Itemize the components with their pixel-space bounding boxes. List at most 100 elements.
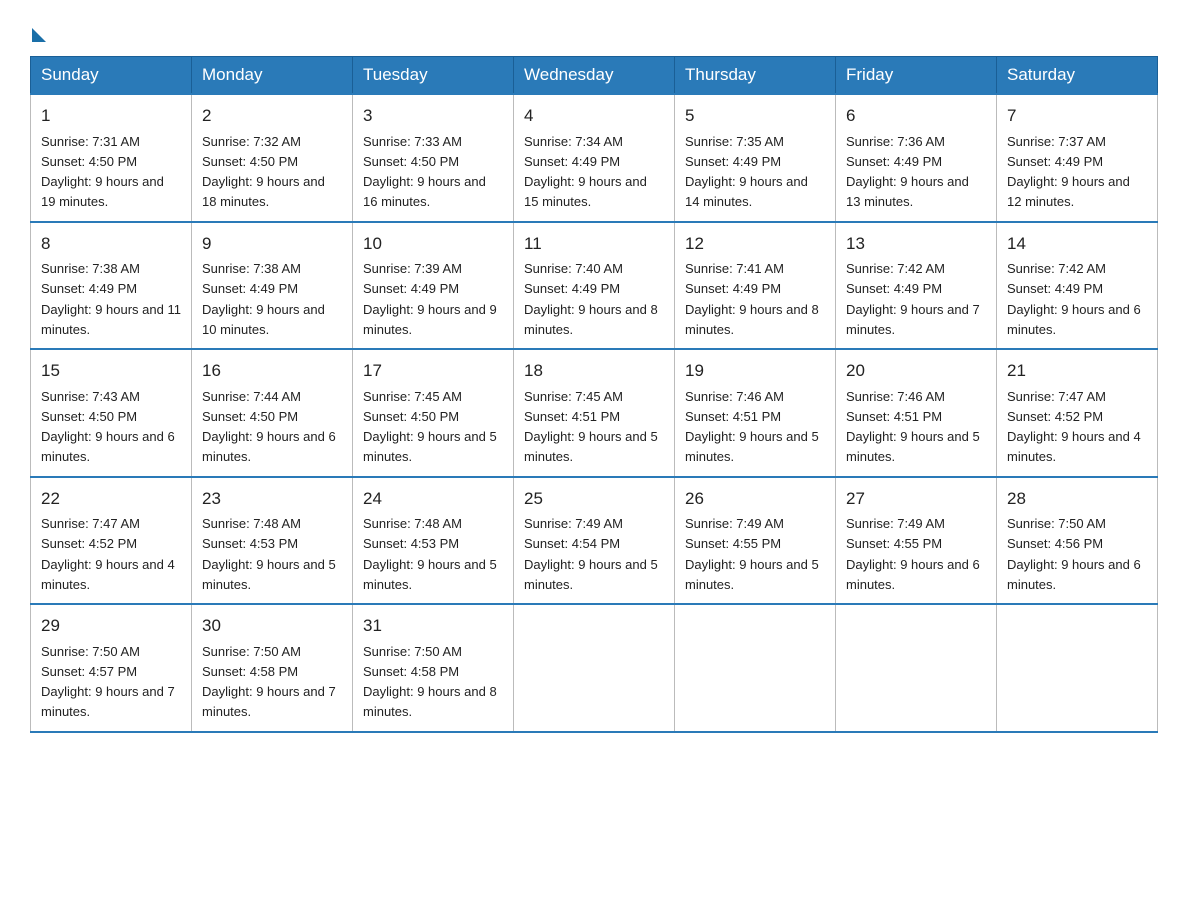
day-number: 16 bbox=[202, 358, 342, 384]
calendar-header-sunday: Sunday bbox=[31, 57, 192, 95]
calendar-header-wednesday: Wednesday bbox=[514, 57, 675, 95]
calendar-week-row: 8 Sunrise: 7:38 AMSunset: 4:49 PMDayligh… bbox=[31, 222, 1158, 350]
day-info: Sunrise: 7:31 AMSunset: 4:50 PMDaylight:… bbox=[41, 134, 164, 210]
day-info: Sunrise: 7:39 AMSunset: 4:49 PMDaylight:… bbox=[363, 261, 497, 337]
logo-arrow-icon bbox=[32, 28, 46, 42]
day-info: Sunrise: 7:47 AMSunset: 4:52 PMDaylight:… bbox=[1007, 389, 1141, 465]
calendar-cell: 28 Sunrise: 7:50 AMSunset: 4:56 PMDaylig… bbox=[997, 477, 1158, 605]
calendar-cell: 18 Sunrise: 7:45 AMSunset: 4:51 PMDaylig… bbox=[514, 349, 675, 477]
calendar-header-saturday: Saturday bbox=[997, 57, 1158, 95]
day-number: 10 bbox=[363, 231, 503, 257]
day-info: Sunrise: 7:40 AMSunset: 4:49 PMDaylight:… bbox=[524, 261, 658, 337]
calendar-cell bbox=[514, 604, 675, 732]
day-number: 1 bbox=[41, 103, 181, 129]
day-info: Sunrise: 7:43 AMSunset: 4:50 PMDaylight:… bbox=[41, 389, 175, 465]
calendar-header-thursday: Thursday bbox=[675, 57, 836, 95]
day-info: Sunrise: 7:45 AMSunset: 4:50 PMDaylight:… bbox=[363, 389, 497, 465]
calendar-cell: 16 Sunrise: 7:44 AMSunset: 4:50 PMDaylig… bbox=[192, 349, 353, 477]
calendar-cell: 26 Sunrise: 7:49 AMSunset: 4:55 PMDaylig… bbox=[675, 477, 836, 605]
day-number: 26 bbox=[685, 486, 825, 512]
day-number: 11 bbox=[524, 231, 664, 257]
day-number: 23 bbox=[202, 486, 342, 512]
calendar-cell: 11 Sunrise: 7:40 AMSunset: 4:49 PMDaylig… bbox=[514, 222, 675, 350]
calendar-cell: 3 Sunrise: 7:33 AMSunset: 4:50 PMDayligh… bbox=[353, 94, 514, 222]
calendar-cell: 6 Sunrise: 7:36 AMSunset: 4:49 PMDayligh… bbox=[836, 94, 997, 222]
day-number: 18 bbox=[524, 358, 664, 384]
day-number: 29 bbox=[41, 613, 181, 639]
calendar-cell: 1 Sunrise: 7:31 AMSunset: 4:50 PMDayligh… bbox=[31, 94, 192, 222]
day-number: 15 bbox=[41, 358, 181, 384]
day-number: 17 bbox=[363, 358, 503, 384]
day-number: 2 bbox=[202, 103, 342, 129]
calendar-week-row: 15 Sunrise: 7:43 AMSunset: 4:50 PMDaylig… bbox=[31, 349, 1158, 477]
day-info: Sunrise: 7:49 AMSunset: 4:54 PMDaylight:… bbox=[524, 516, 658, 592]
calendar-cell: 7 Sunrise: 7:37 AMSunset: 4:49 PMDayligh… bbox=[997, 94, 1158, 222]
calendar-cell: 8 Sunrise: 7:38 AMSunset: 4:49 PMDayligh… bbox=[31, 222, 192, 350]
calendar-header-monday: Monday bbox=[192, 57, 353, 95]
calendar-header-friday: Friday bbox=[836, 57, 997, 95]
day-number: 24 bbox=[363, 486, 503, 512]
calendar-header-tuesday: Tuesday bbox=[353, 57, 514, 95]
day-info: Sunrise: 7:36 AMSunset: 4:49 PMDaylight:… bbox=[846, 134, 969, 210]
calendar-week-row: 22 Sunrise: 7:47 AMSunset: 4:52 PMDaylig… bbox=[31, 477, 1158, 605]
day-info: Sunrise: 7:42 AMSunset: 4:49 PMDaylight:… bbox=[846, 261, 980, 337]
calendar-cell: 27 Sunrise: 7:49 AMSunset: 4:55 PMDaylig… bbox=[836, 477, 997, 605]
day-info: Sunrise: 7:44 AMSunset: 4:50 PMDaylight:… bbox=[202, 389, 336, 465]
calendar-cell: 30 Sunrise: 7:50 AMSunset: 4:58 PMDaylig… bbox=[192, 604, 353, 732]
day-info: Sunrise: 7:49 AMSunset: 4:55 PMDaylight:… bbox=[846, 516, 980, 592]
day-info: Sunrise: 7:47 AMSunset: 4:52 PMDaylight:… bbox=[41, 516, 175, 592]
day-number: 14 bbox=[1007, 231, 1147, 257]
day-number: 28 bbox=[1007, 486, 1147, 512]
day-number: 12 bbox=[685, 231, 825, 257]
day-info: Sunrise: 7:32 AMSunset: 4:50 PMDaylight:… bbox=[202, 134, 325, 210]
calendar-cell: 23 Sunrise: 7:48 AMSunset: 4:53 PMDaylig… bbox=[192, 477, 353, 605]
day-number: 25 bbox=[524, 486, 664, 512]
day-number: 6 bbox=[846, 103, 986, 129]
calendar-cell: 21 Sunrise: 7:47 AMSunset: 4:52 PMDaylig… bbox=[997, 349, 1158, 477]
calendar-cell bbox=[675, 604, 836, 732]
calendar-header-row: SundayMondayTuesdayWednesdayThursdayFrid… bbox=[31, 57, 1158, 95]
calendar-week-row: 1 Sunrise: 7:31 AMSunset: 4:50 PMDayligh… bbox=[31, 94, 1158, 222]
calendar-cell: 14 Sunrise: 7:42 AMSunset: 4:49 PMDaylig… bbox=[997, 222, 1158, 350]
day-number: 22 bbox=[41, 486, 181, 512]
calendar-cell: 22 Sunrise: 7:47 AMSunset: 4:52 PMDaylig… bbox=[31, 477, 192, 605]
day-number: 13 bbox=[846, 231, 986, 257]
calendar-cell: 15 Sunrise: 7:43 AMSunset: 4:50 PMDaylig… bbox=[31, 349, 192, 477]
day-info: Sunrise: 7:34 AMSunset: 4:49 PMDaylight:… bbox=[524, 134, 647, 210]
day-number: 4 bbox=[524, 103, 664, 129]
calendar-cell bbox=[997, 604, 1158, 732]
calendar-week-row: 29 Sunrise: 7:50 AMSunset: 4:57 PMDaylig… bbox=[31, 604, 1158, 732]
day-number: 8 bbox=[41, 231, 181, 257]
day-info: Sunrise: 7:45 AMSunset: 4:51 PMDaylight:… bbox=[524, 389, 658, 465]
day-info: Sunrise: 7:42 AMSunset: 4:49 PMDaylight:… bbox=[1007, 261, 1141, 337]
calendar-cell: 19 Sunrise: 7:46 AMSunset: 4:51 PMDaylig… bbox=[675, 349, 836, 477]
day-info: Sunrise: 7:50 AMSunset: 4:58 PMDaylight:… bbox=[363, 644, 497, 720]
page-header bbox=[30, 20, 1158, 38]
day-info: Sunrise: 7:37 AMSunset: 4:49 PMDaylight:… bbox=[1007, 134, 1130, 210]
day-number: 7 bbox=[1007, 103, 1147, 129]
logo bbox=[30, 20, 46, 38]
calendar-cell: 29 Sunrise: 7:50 AMSunset: 4:57 PMDaylig… bbox=[31, 604, 192, 732]
calendar-cell: 10 Sunrise: 7:39 AMSunset: 4:49 PMDaylig… bbox=[353, 222, 514, 350]
day-info: Sunrise: 7:33 AMSunset: 4:50 PMDaylight:… bbox=[363, 134, 486, 210]
calendar-cell: 17 Sunrise: 7:45 AMSunset: 4:50 PMDaylig… bbox=[353, 349, 514, 477]
day-info: Sunrise: 7:48 AMSunset: 4:53 PMDaylight:… bbox=[363, 516, 497, 592]
day-info: Sunrise: 7:46 AMSunset: 4:51 PMDaylight:… bbox=[846, 389, 980, 465]
calendar-cell: 13 Sunrise: 7:42 AMSunset: 4:49 PMDaylig… bbox=[836, 222, 997, 350]
day-number: 9 bbox=[202, 231, 342, 257]
day-number: 30 bbox=[202, 613, 342, 639]
calendar-cell: 2 Sunrise: 7:32 AMSunset: 4:50 PMDayligh… bbox=[192, 94, 353, 222]
day-info: Sunrise: 7:50 AMSunset: 4:57 PMDaylight:… bbox=[41, 644, 175, 720]
day-number: 27 bbox=[846, 486, 986, 512]
calendar-cell: 25 Sunrise: 7:49 AMSunset: 4:54 PMDaylig… bbox=[514, 477, 675, 605]
day-info: Sunrise: 7:46 AMSunset: 4:51 PMDaylight:… bbox=[685, 389, 819, 465]
day-info: Sunrise: 7:49 AMSunset: 4:55 PMDaylight:… bbox=[685, 516, 819, 592]
calendar-cell bbox=[836, 604, 997, 732]
calendar-cell: 24 Sunrise: 7:48 AMSunset: 4:53 PMDaylig… bbox=[353, 477, 514, 605]
calendar-cell: 5 Sunrise: 7:35 AMSunset: 4:49 PMDayligh… bbox=[675, 94, 836, 222]
day-info: Sunrise: 7:50 AMSunset: 4:56 PMDaylight:… bbox=[1007, 516, 1141, 592]
day-number: 19 bbox=[685, 358, 825, 384]
calendar-table: SundayMondayTuesdayWednesdayThursdayFrid… bbox=[30, 56, 1158, 733]
calendar-cell: 4 Sunrise: 7:34 AMSunset: 4:49 PMDayligh… bbox=[514, 94, 675, 222]
calendar-cell: 20 Sunrise: 7:46 AMSunset: 4:51 PMDaylig… bbox=[836, 349, 997, 477]
